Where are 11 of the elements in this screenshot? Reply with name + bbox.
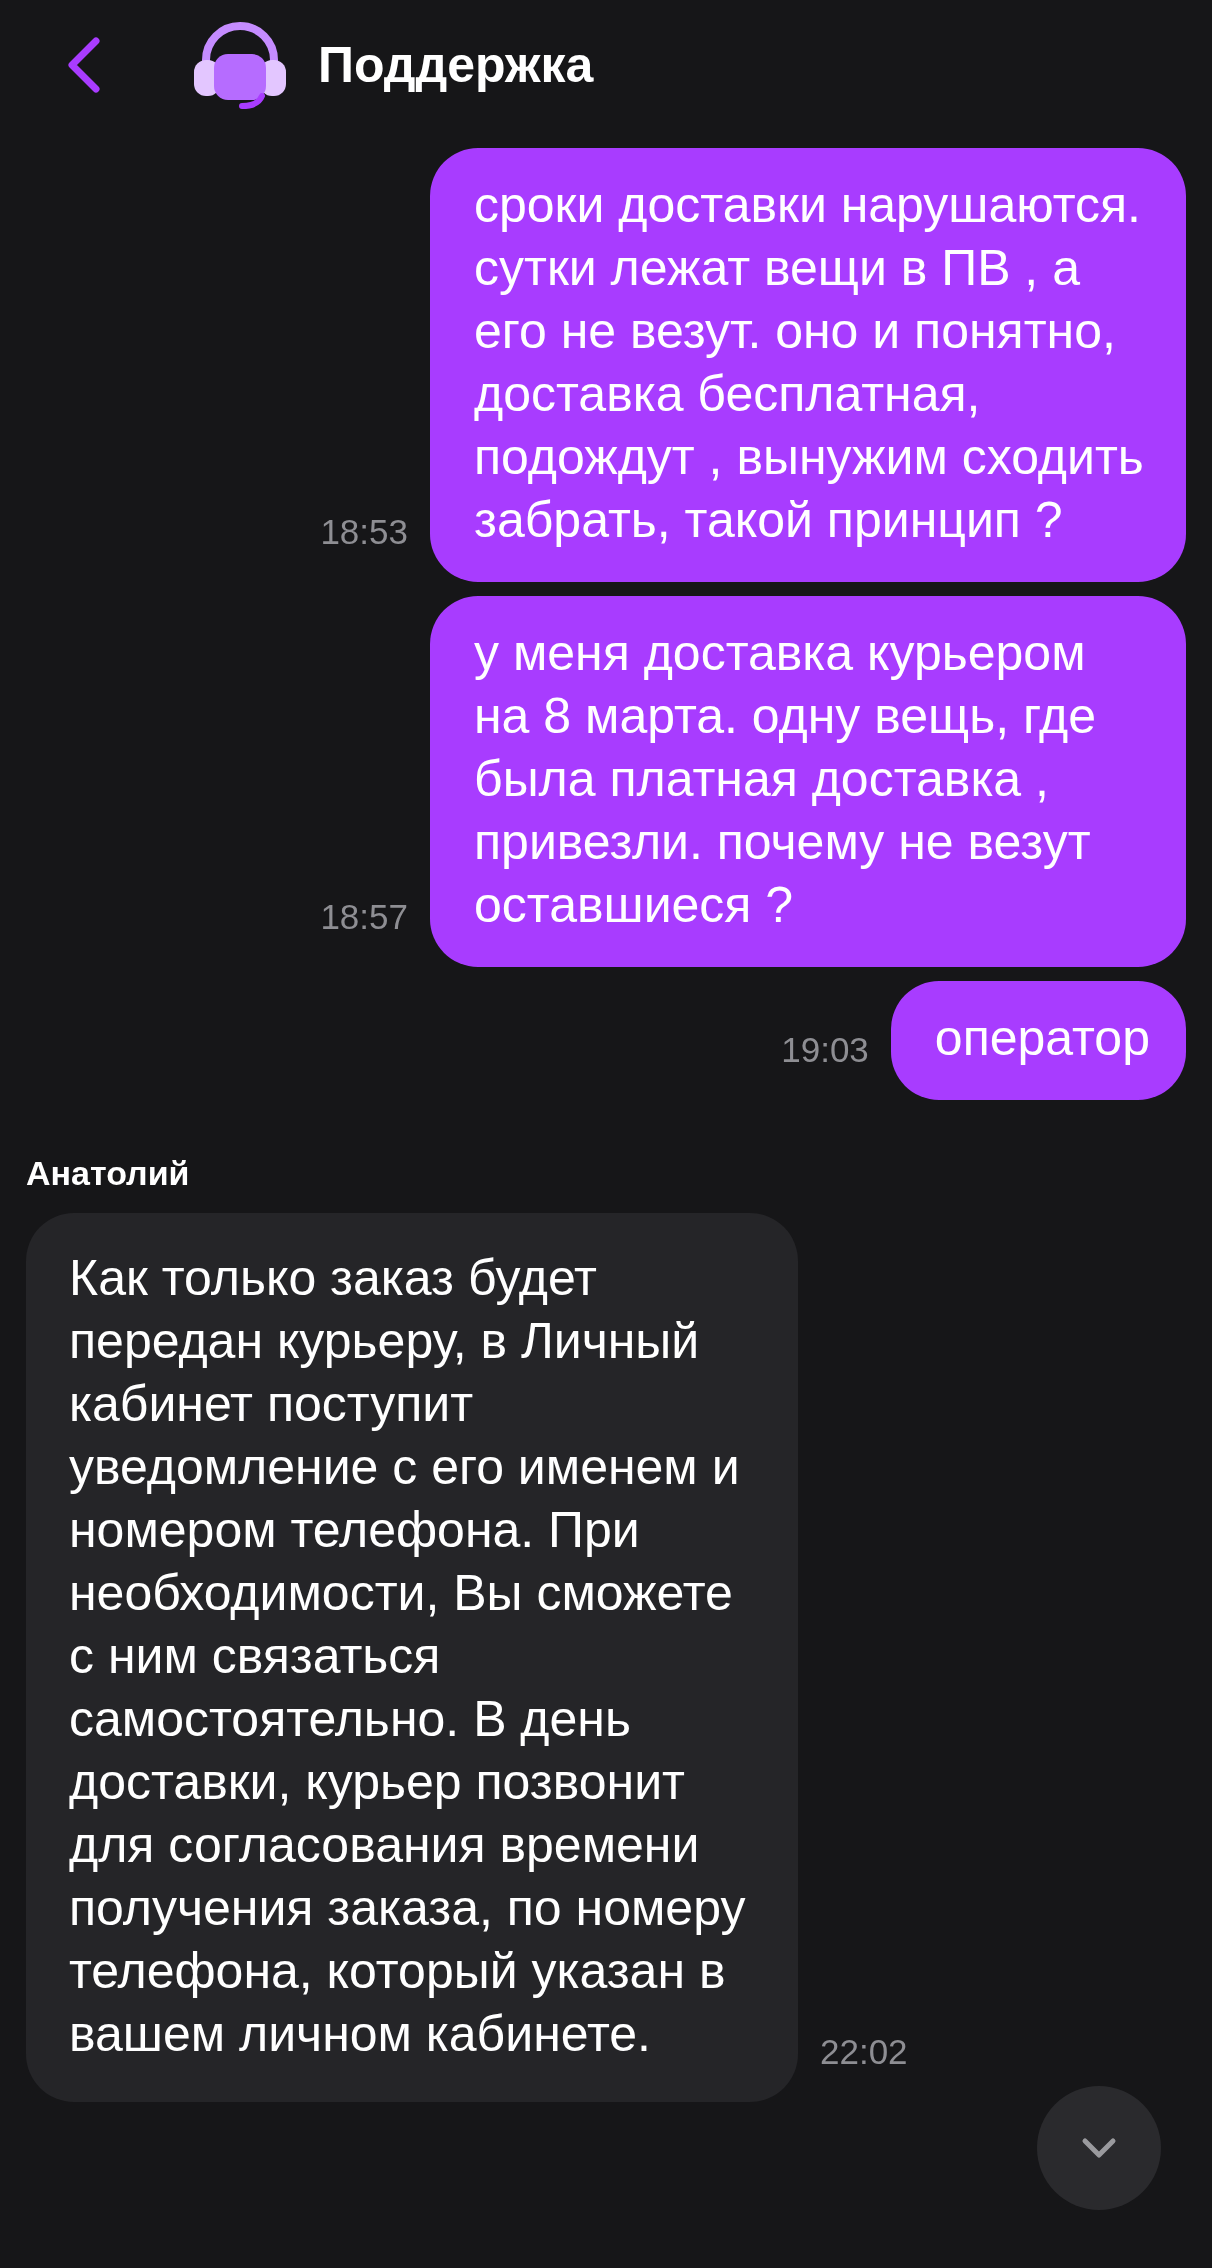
message-time: 19:03 — [781, 1030, 869, 1070]
message-time: 22:02 — [820, 2032, 908, 2072]
message-time: 18:57 — [320, 897, 408, 937]
message-bubble: Как только заказ будет передан курьеру, в Личный кабинет поступит уведомление с его именем и номером телефона. При необходимости, Вы сможете с ним связаться самостоятельно. В день доставки, курьер позвонит для согласования времени получения заказа, по номеру телефона, который указан в вашем личном кабинете. — [26, 1213, 798, 2102]
message-bubble: у меня доставка курьером на 8 марта. одну вещь, где была платная доставка , привезли. почему не везут оставшиеся ? — [430, 596, 1186, 967]
message-bubble: оператор — [890, 981, 1186, 1100]
message-bubble: сроки доставки нарушаются. сутки лежат вещи в ПВ , а его не везут. оно и понятно, доставка бесплатная, подождут , вынужим сходить забрать, такой принцип ? — [430, 148, 1186, 582]
chat-title: Поддержка — [318, 36, 594, 94]
message-time: 18:53 — [320, 512, 408, 552]
sender-name: Анатолий — [26, 1154, 191, 1193]
headset-icon — [192, 20, 288, 110]
